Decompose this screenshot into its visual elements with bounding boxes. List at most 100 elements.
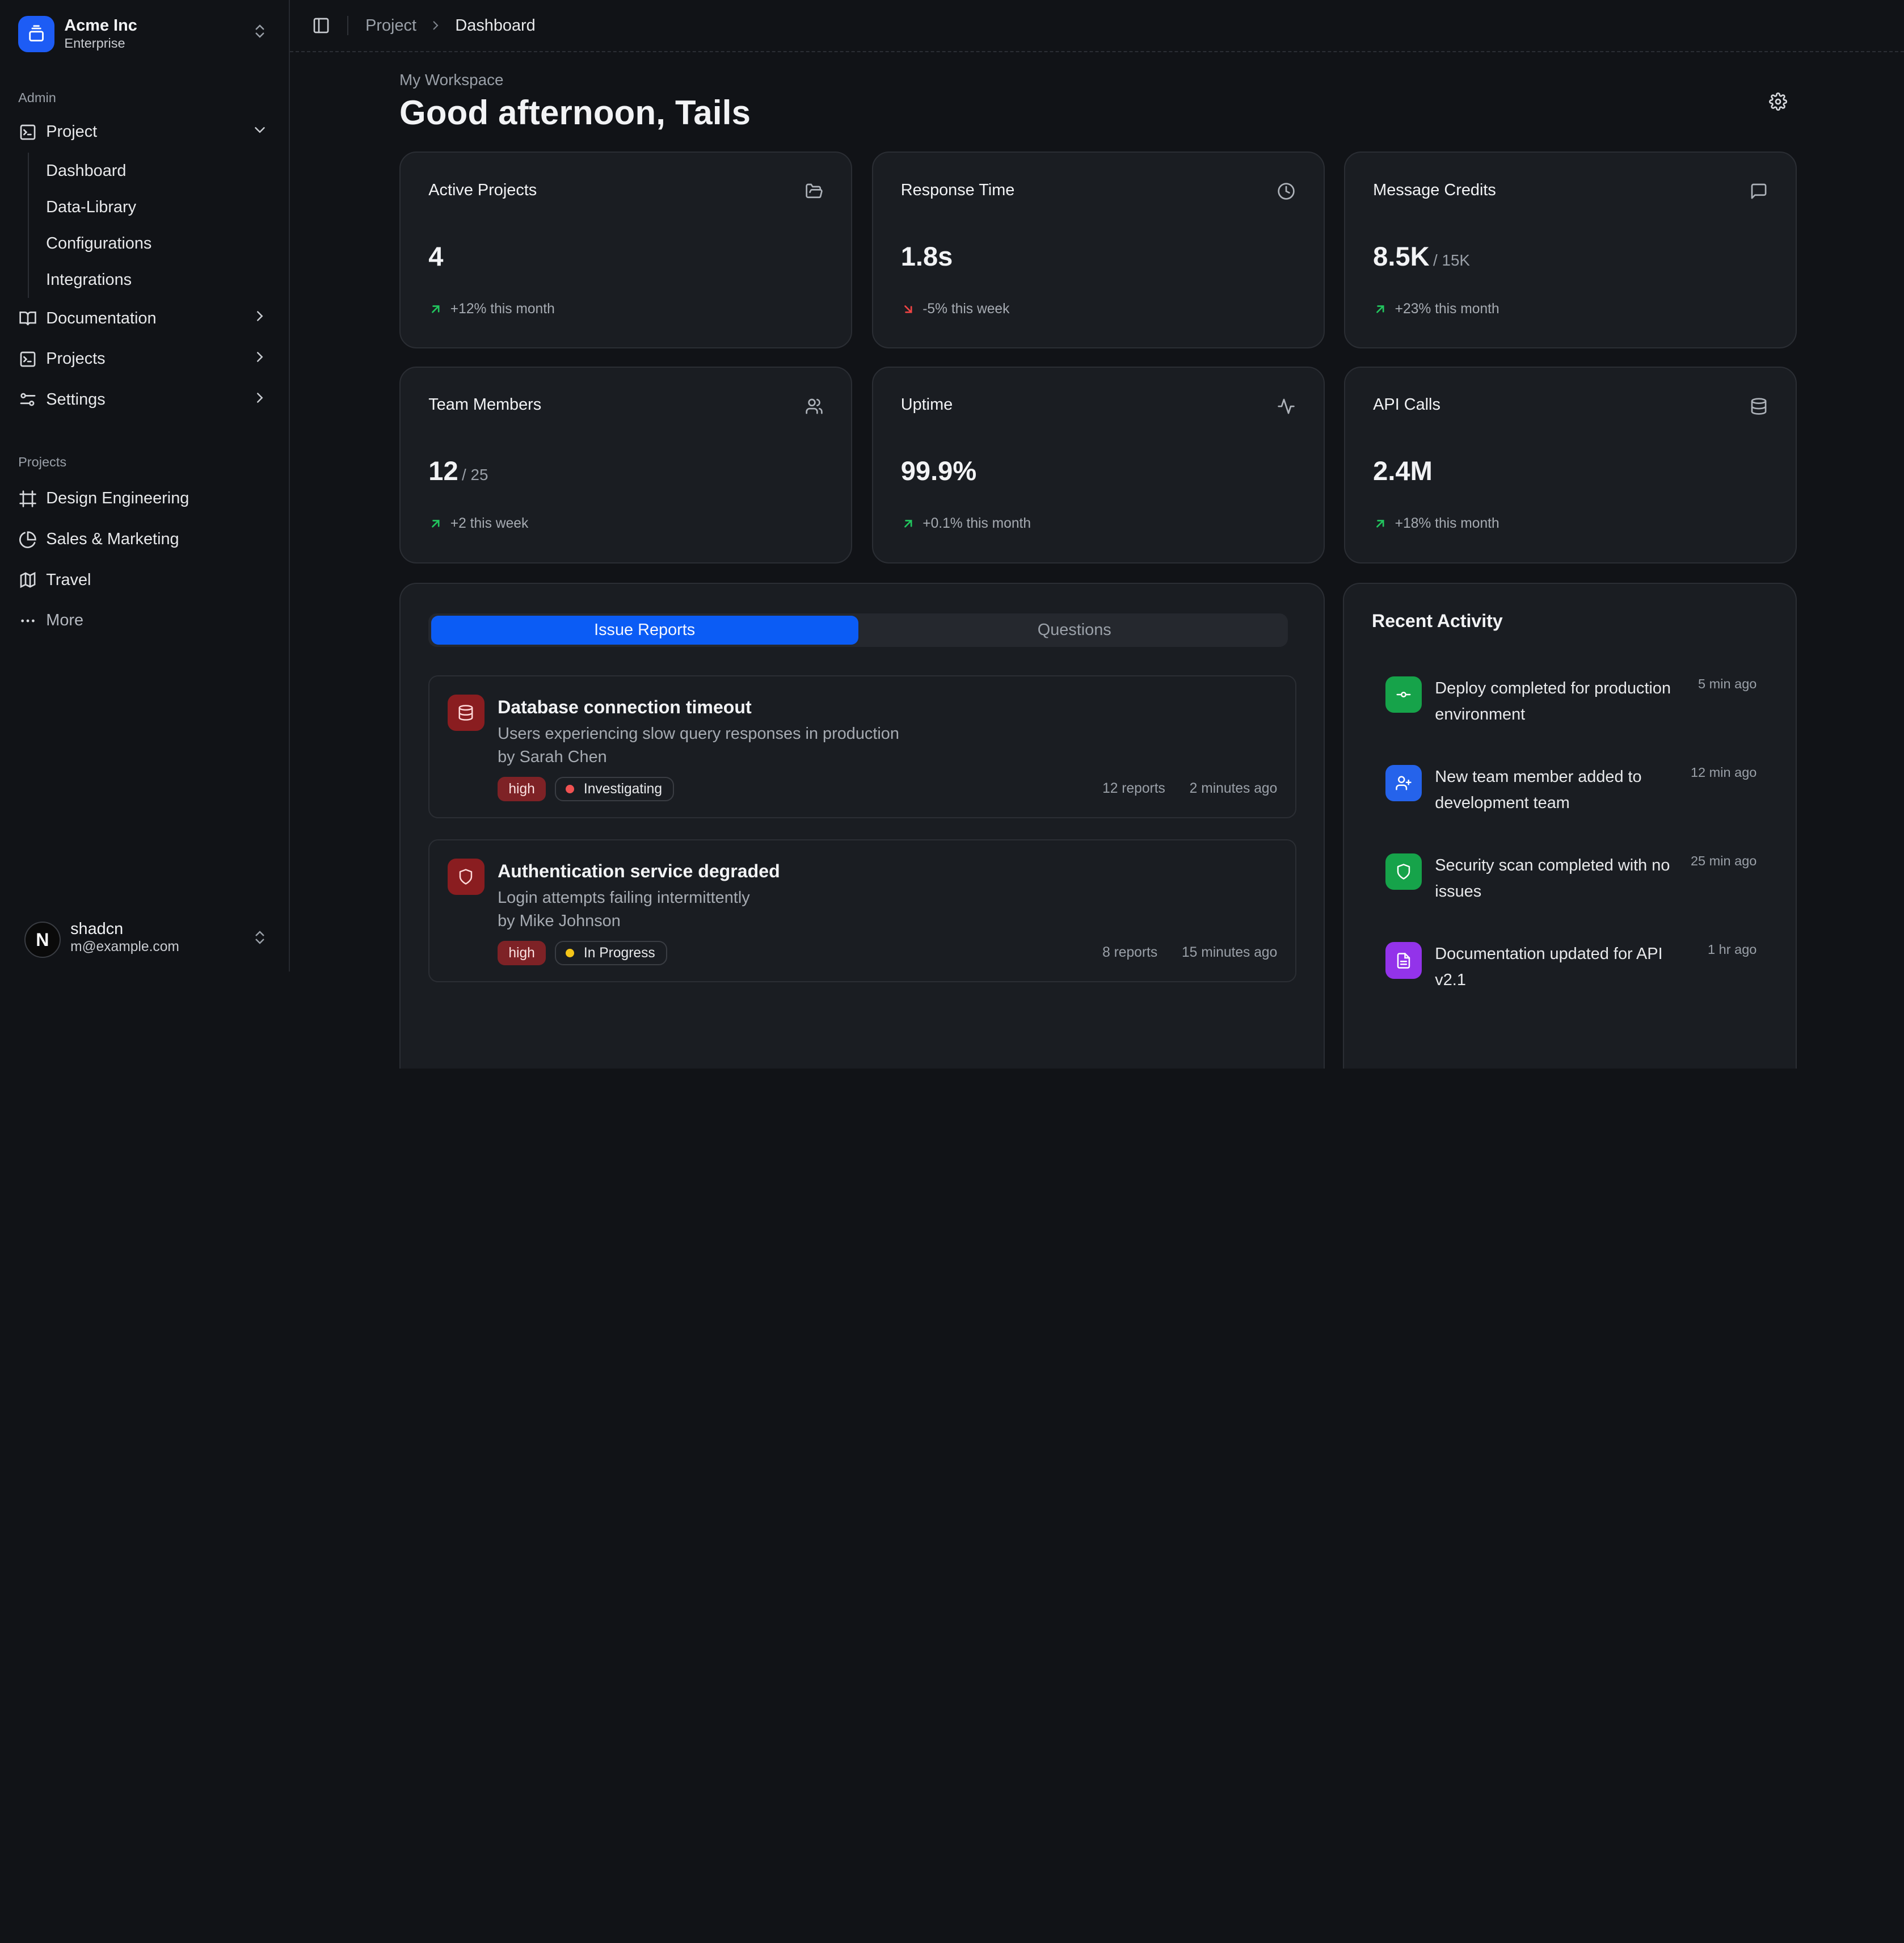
stat-delta: +12% this month: [450, 301, 555, 317]
sidebar-item-dashboard[interactable]: Dashboard: [46, 153, 289, 189]
sidebar-item-configurations[interactable]: Configurations: [46, 225, 289, 262]
issue-author: by Mike Johnson: [498, 911, 621, 930]
tab-questions[interactable]: Questions: [861, 613, 1288, 647]
sidebar-toggle-icon[interactable]: [312, 16, 330, 35]
sidebar-item-integrations[interactable]: Integrations: [46, 262, 289, 298]
tab-list: Issue Reports Questions: [428, 613, 1288, 647]
database-icon: [1750, 397, 1768, 420]
gear-icon[interactable]: [1769, 92, 1787, 116]
activity-text: Documentation updated for API v2.1: [1435, 945, 1663, 990]
group-label-admin: Admin: [18, 90, 56, 106]
more-button[interactable]: More: [0, 600, 289, 641]
status-label: In Progress: [583, 945, 655, 961]
sidebar: Acme Inc Enterprise Admin Project Dashbo…: [0, 0, 290, 972]
activity-icon: [1277, 397, 1295, 420]
arrow-up-right-icon: [904, 520, 912, 528]
stat-delta: -5% this week: [922, 301, 1010, 317]
activity-text: New team member added to development tea…: [1435, 767, 1642, 812]
status-label: Investigating: [583, 781, 663, 797]
dashboard: My Workspace Good afternoon, Tails Activ…: [399, 70, 1797, 1069]
team-plan: Enterprise: [64, 36, 125, 51]
folder-open-icon: [805, 182, 823, 205]
breadcrumb-parent[interactable]: Project: [365, 16, 416, 35]
topbar: Project Dashboard: [290, 0, 1904, 53]
severity-badge: high: [498, 941, 546, 965]
stat-title: API Calls: [1373, 396, 1440, 414]
issue-time: 15 minutes ago: [1181, 944, 1278, 960]
stat-title: Response Time: [900, 180, 1015, 199]
stat-of: / 15K: [1433, 251, 1470, 269]
file-text-icon: [1385, 942, 1422, 979]
project-item-travel[interactable]: Travel: [0, 560, 289, 600]
team-logo-icon: [18, 15, 55, 52]
sidebar-item-project[interactable]: Project: [0, 112, 289, 153]
stat-title: Team Members: [428, 396, 542, 414]
user-menu[interactable]: N shadcn m@example.com: [0, 909, 289, 972]
stat-card-message-credits: Message Credits 8.5K/ 15K +23% this mont…: [1343, 152, 1797, 349]
project-item-sales-marketing[interactable]: Sales & Marketing: [0, 519, 289, 560]
sidebar-item-settings[interactable]: Settings: [0, 380, 289, 420]
project-item-design-engineering[interactable]: Design Engineering: [0, 478, 289, 519]
team-switcher[interactable]: Acme Inc Enterprise: [0, 0, 289, 68]
issue-card[interactable]: Database connection timeout Users experi…: [428, 675, 1297, 819]
chevron-right-icon: [251, 348, 268, 370]
sidebar-item-label: Projects: [46, 350, 106, 368]
project-submenu: Dashboard Data-Library Configurations In…: [28, 152, 289, 298]
stat-delta: +2 this week: [450, 516, 529, 532]
book-icon: [18, 309, 37, 328]
sidebar-item-label: Documentation: [46, 309, 157, 327]
activity-time: 1 hr ago: [1708, 942, 1757, 957]
activity-time: 12 min ago: [1690, 765, 1757, 780]
project-item-label: Travel: [46, 570, 91, 589]
status-dot: [565, 949, 574, 958]
sidebar-item-data-library[interactable]: Data-Library: [46, 189, 289, 225]
user-name: shadcn: [70, 920, 124, 938]
sidebar-item-projects[interactable]: Projects: [0, 339, 289, 380]
project-item-label: Design Engineering: [46, 489, 189, 508]
panel-title: Recent Activity: [1372, 611, 1503, 632]
chevrons-up-down-icon: [251, 23, 268, 45]
avatar: N: [24, 922, 61, 958]
issue-author: by Sarah Chen: [498, 747, 607, 766]
more-label: More: [46, 611, 84, 630]
user-plus-icon: [1385, 765, 1422, 802]
stat-of: / 25: [462, 466, 488, 484]
arrow-up-right-icon: [432, 520, 440, 528]
sidebar-item-documentation[interactable]: Documentation: [0, 298, 289, 339]
group-label-projects: Projects: [18, 455, 67, 470]
stat-value: 12: [428, 456, 458, 486]
stat-delta: +0.1% this month: [922, 516, 1031, 532]
message-icon: [1750, 182, 1768, 205]
stat-value: 2.4M: [1373, 456, 1433, 486]
stat-value: 99.9%: [900, 456, 977, 486]
pie-chart-icon: [18, 529, 37, 549]
stat-delta: +23% this month: [1395, 301, 1499, 317]
sidebar-item-label: Settings: [46, 390, 106, 409]
arrow-up-right-icon: [432, 305, 440, 313]
shield-icon: [448, 858, 485, 895]
main-content: Project Dashboard My Workspace Good afte…: [290, 0, 1904, 1069]
frame-icon: [18, 489, 37, 508]
stat-card-team-members: Team Members 12/ 25 +2 this week: [399, 367, 853, 563]
arrow-up-right-icon: [1376, 520, 1384, 528]
stat-delta: +18% this month: [1395, 516, 1499, 532]
activity-time: 5 min ago: [1698, 676, 1757, 691]
workspace-label: My Workspace: [399, 71, 504, 89]
stat-card-uptime: Uptime 99.9% +0.1% this month: [871, 367, 1325, 563]
stat-value: 1.8s: [900, 241, 953, 271]
activity-text: Security scan completed with no issues: [1435, 856, 1670, 901]
issue-description: Users experiencing slow query responses …: [498, 725, 899, 743]
terminal-icon: [18, 350, 37, 369]
activity-text: Deploy completed for production environm…: [1435, 679, 1671, 724]
stat-card-active-projects: Active Projects 4 +12% this month: [399, 152, 853, 349]
stat-card-api-calls: API Calls 2.4M +18% this month: [1343, 367, 1797, 563]
stat-card-response-time: Response Time 1.8s -5% this week: [871, 152, 1325, 349]
clock-icon: [1277, 182, 1295, 205]
issues-panel: Issue Reports Questions Database connect…: [399, 583, 1325, 1069]
issue-card[interactable]: Authentication service degraded Login at…: [428, 839, 1297, 983]
status-badge: Investigating: [554, 777, 675, 802]
issue-meta: 12 reports 2 minutes ago: [1102, 781, 1277, 797]
issue-time: 2 minutes ago: [1189, 780, 1278, 796]
tab-issue-reports[interactable]: Issue Reports: [431, 615, 858, 645]
activity-time: 25 min ago: [1690, 853, 1757, 869]
